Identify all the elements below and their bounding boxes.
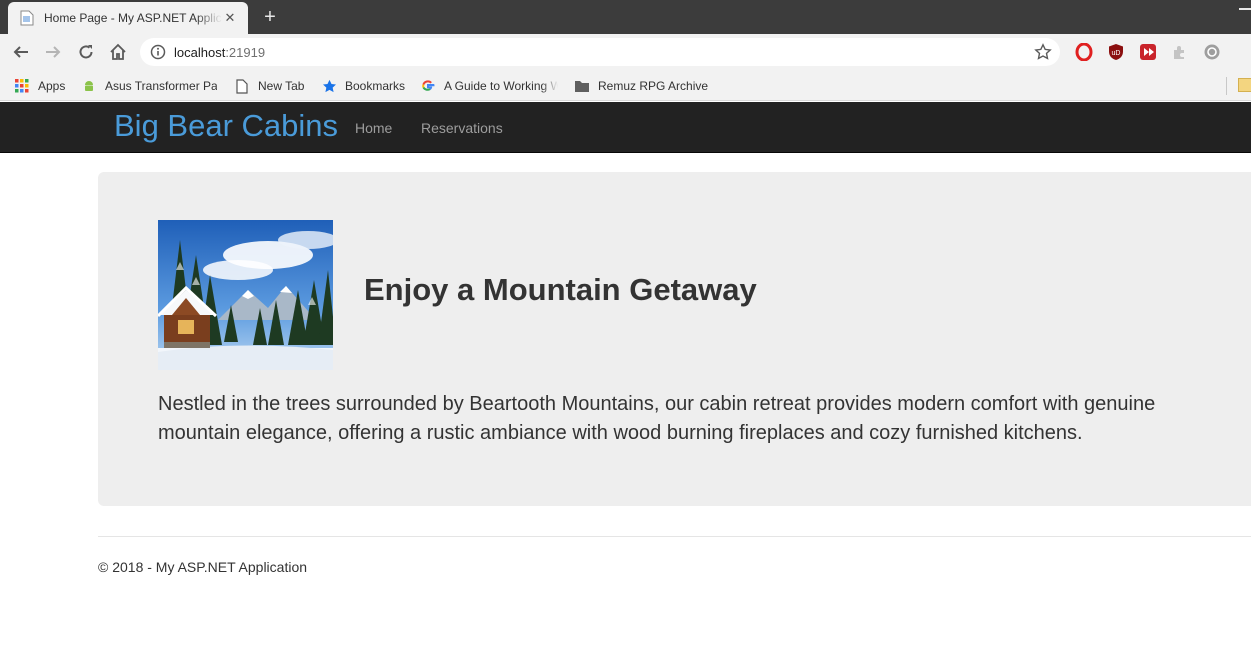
opera-icon[interactable] bbox=[1075, 42, 1093, 62]
puzzle-icon[interactable] bbox=[1171, 43, 1189, 61]
bookmark-label: Bookmarks bbox=[345, 79, 406, 93]
other-bookmarks-folder-icon[interactable] bbox=[1238, 78, 1251, 92]
tab-title: Home Page - My ASP.NET Application bbox=[44, 11, 222, 25]
bookmark-label: A Guide to Working With bbox=[444, 79, 558, 93]
bookmarks-bar: Apps Asus Transformer Pad New Tab Bookma… bbox=[0, 70, 1251, 101]
bookmark-label: Asus Transformer Pad bbox=[105, 79, 217, 93]
video-speed-icon[interactable] bbox=[1139, 43, 1157, 61]
jumbotron: Enjoy a Mountain Getaway Nestled in the … bbox=[98, 172, 1251, 506]
url-text: localhost:21919 bbox=[174, 45, 265, 60]
site-navbar: Big Bear Cabins Home Reservations bbox=[0, 102, 1251, 153]
bookmarks-separator bbox=[1226, 77, 1227, 95]
bookmark-label: Remuz RPG Archive bbox=[598, 79, 709, 93]
nav-reservations-link[interactable]: Reservations bbox=[421, 118, 503, 138]
apps-grid-icon bbox=[14, 78, 30, 94]
bookmark-apps[interactable]: Apps bbox=[14, 77, 74, 95]
site-info-icon[interactable] bbox=[150, 44, 166, 60]
footer-divider bbox=[98, 536, 1251, 537]
android-icon bbox=[81, 78, 97, 94]
address-bar[interactable]: localhost:21919 bbox=[140, 38, 1060, 66]
cabin-photo bbox=[158, 220, 333, 370]
back-icon[interactable] bbox=[8, 39, 34, 65]
minimize-window-icon[interactable] bbox=[1239, 8, 1251, 10]
bookmark-new-tab[interactable]: New Tab bbox=[234, 77, 310, 95]
bookmark-bookmarks[interactable]: Bookmarks bbox=[321, 77, 411, 95]
url-port: :21919 bbox=[225, 44, 266, 60]
nav-home-link[interactable]: Home bbox=[355, 118, 392, 138]
google-icon bbox=[420, 78, 436, 94]
browser-tab-strip: Home Page - My ASP.NET Application ✕ + bbox=[0, 0, 1251, 34]
ublock-icon[interactable]: uD bbox=[1107, 43, 1125, 61]
bookmark-a-guide-to-working[interactable]: A Guide to Working With bbox=[420, 77, 558, 95]
forward-icon[interactable] bbox=[40, 39, 66, 65]
bookmark-star-icon[interactable] bbox=[1034, 43, 1052, 61]
close-tab-icon[interactable]: ✕ bbox=[222, 10, 238, 26]
bookmark-label: New Tab bbox=[258, 79, 305, 93]
star-icon bbox=[321, 78, 337, 94]
page-favicon-icon bbox=[20, 10, 34, 26]
sync-icon[interactable] bbox=[1203, 43, 1221, 61]
url-host: localhost bbox=[174, 44, 226, 60]
brand-link[interactable]: Big Bear Cabins bbox=[114, 106, 338, 146]
svg-text:uD: uD bbox=[1112, 50, 1121, 57]
hero-description: Nestled in the trees surrounded by Beart… bbox=[158, 393, 1156, 444]
new-tab-icon[interactable]: + bbox=[258, 6, 282, 28]
folder-icon bbox=[574, 78, 590, 94]
bookmark-asus-transformer-pad[interactable]: Asus Transformer Pad bbox=[81, 77, 217, 95]
footer-copyright: © 2018 - My ASP.NET Application bbox=[98, 559, 308, 575]
bookmark-remuz-rpg-archive[interactable]: Remuz RPG Archive bbox=[574, 77, 709, 95]
browser-tab[interactable]: Home Page - My ASP.NET Application ✕ bbox=[8, 2, 248, 34]
home-icon[interactable] bbox=[105, 39, 131, 65]
browser-toolbar: localhost:21919 uD bbox=[0, 34, 1251, 70]
hero-heading: Enjoy a Mountain Getaway bbox=[364, 272, 757, 307]
reload-icon[interactable] bbox=[73, 39, 99, 65]
page-icon bbox=[234, 78, 250, 94]
bookmark-label: Apps bbox=[38, 79, 66, 93]
